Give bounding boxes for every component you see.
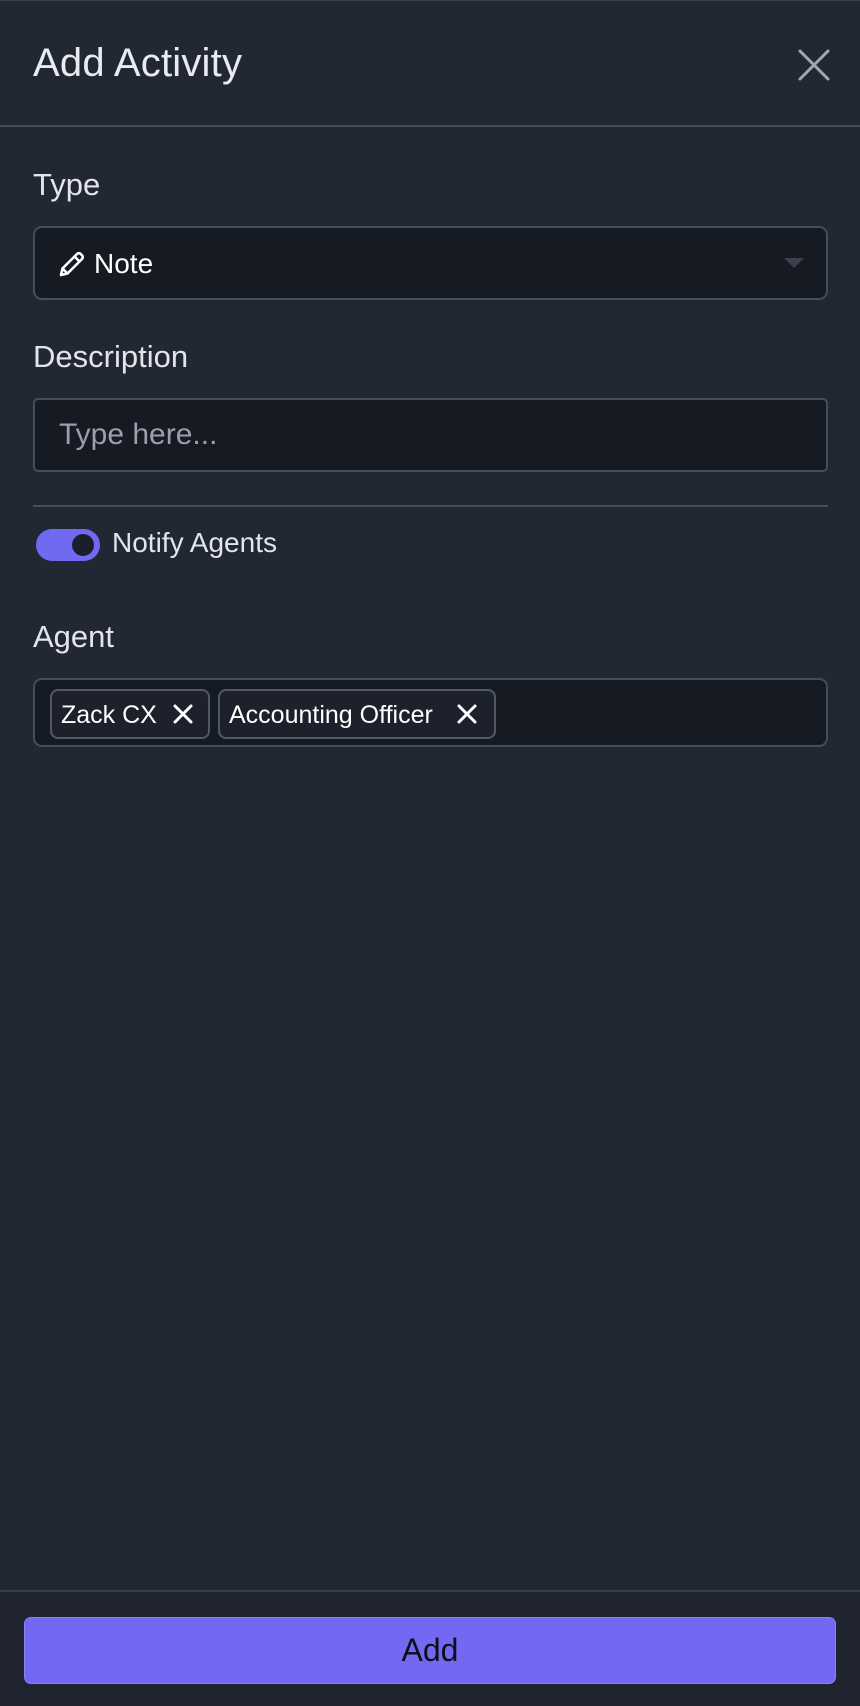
pencil-icon [59, 251, 85, 277]
remove-tag-icon[interactable] [172, 703, 194, 725]
close-button[interactable] [796, 47, 832, 83]
add-activity-panel: Add Activity Type Note Description Notif… [0, 0, 860, 1706]
notify-agents-toggle[interactable] [36, 529, 100, 561]
type-label: Type [33, 167, 101, 202]
close-icon [798, 49, 830, 81]
chevron-down-icon [784, 258, 804, 268]
description-input[interactable] [33, 398, 828, 472]
agent-tag: Accounting Officer [218, 689, 496, 739]
agent-label: Agent [33, 619, 115, 654]
toggle-knob [72, 534, 94, 556]
panel-header: Add Activity [0, 1, 860, 127]
notify-agents-label: Notify Agents [112, 527, 277, 558]
type-select[interactable]: Note [33, 226, 828, 300]
agent-tag: Zack CX [50, 689, 210, 739]
remove-tag-icon[interactable] [456, 703, 478, 725]
agent-tag-label: Accounting Officer [229, 701, 433, 729]
agent-multiselect[interactable]: Zack CX Accounting Officer [33, 678, 828, 747]
divider [33, 505, 828, 507]
description-label: Description [33, 339, 189, 374]
agent-tag-label: Zack CX [61, 701, 157, 729]
type-select-value: Note [94, 248, 154, 279]
panel-footer: Add [0, 1590, 860, 1706]
add-button[interactable]: Add [24, 1617, 836, 1684]
page-title: Add Activity [33, 41, 243, 85]
